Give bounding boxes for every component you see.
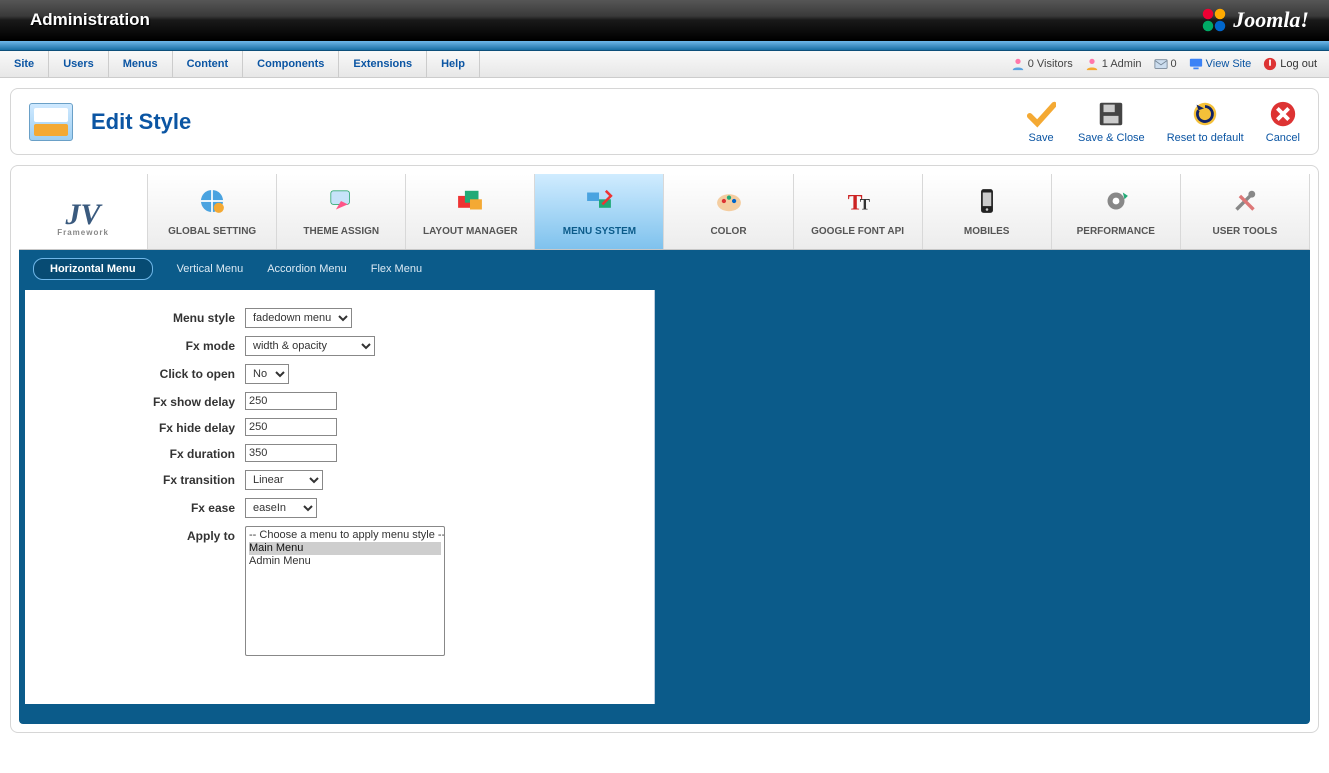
fx-hide-delay-input[interactable] [245, 418, 337, 436]
page-title: Edit Style [91, 109, 191, 135]
gear-icon [1099, 184, 1133, 218]
menu-style-label: Menu style [45, 308, 245, 325]
reset-button[interactable]: Reset to default [1167, 99, 1244, 144]
fx-transition-select[interactable]: Linear [245, 470, 323, 490]
tab-layout-manager[interactable]: LAYOUT MANAGER [406, 174, 535, 249]
joomla-icon [1199, 5, 1229, 35]
tools-icon [1228, 184, 1262, 218]
cancel-icon [1268, 99, 1298, 129]
menu-subtabs: Horizontal Menu Vertical Menu Accordion … [19, 250, 1310, 290]
palette-icon [712, 184, 746, 218]
tab-color[interactable]: COLOR [664, 174, 793, 249]
blue-accent-bar [0, 41, 1329, 51]
page-header: Edit Style Save Save & Close Reset to de… [10, 88, 1319, 155]
fx-ease-select[interactable]: easeIn [245, 498, 317, 518]
paint-icon [324, 184, 358, 218]
menu-icon [582, 184, 616, 218]
status-messages[interactable]: 0 [1154, 57, 1177, 71]
subtab-accordion[interactable]: Accordion Menu [267, 263, 347, 275]
apply-to-select[interactable]: -- Choose a menu to apply menu style --M… [245, 526, 445, 656]
action-toolbar: Save Save & Close Reset to default Cance… [1026, 99, 1300, 144]
mail-icon [1154, 57, 1168, 71]
menu-settings-form: Menu style fadedown menu Fx mode width &… [25, 290, 655, 704]
status-visitors: 0 Visitors [1011, 57, 1073, 71]
apply-to-label: Apply to [45, 526, 245, 543]
layout-icon [453, 184, 487, 218]
tab-google-font[interactable]: TT GOOGLE FONT API [794, 174, 923, 249]
fx-duration-input[interactable] [245, 444, 337, 462]
tab-user-tools[interactable]: USER TOOLS [1181, 174, 1310, 249]
disk-icon [1096, 99, 1126, 129]
menu-content[interactable]: Content [173, 51, 244, 77]
subtab-horizontal[interactable]: Horizontal Menu [33, 258, 153, 280]
monitor-icon [1189, 57, 1203, 71]
globe-icon [195, 184, 229, 218]
logout-icon [1263, 57, 1277, 71]
fx-hide-delay-label: Fx hide delay [45, 418, 245, 435]
menu-menus[interactable]: Menus [109, 51, 173, 77]
fx-transition-label: Fx transition [45, 470, 245, 487]
framework-tabs: JV Framework GLOBAL SETTING THEME ASSIGN… [19, 174, 1310, 250]
admin-title: Administration [30, 10, 150, 30]
save-button[interactable]: Save [1026, 99, 1056, 144]
cancel-button[interactable]: Cancel [1266, 99, 1300, 144]
save-close-button[interactable]: Save & Close [1078, 99, 1145, 144]
panel-wrap: JV Framework GLOBAL SETTING THEME ASSIGN… [10, 165, 1319, 733]
fx-ease-label: Fx ease [45, 498, 245, 515]
tab-mobiles[interactable]: MOBILES [923, 174, 1052, 249]
menu-users[interactable]: Users [49, 51, 109, 77]
status-bar: 0 Visitors 1 Admin 0 View Site Log out [999, 51, 1329, 77]
jv-framework-logo-tab: JV Framework [19, 174, 148, 249]
subtab-vertical[interactable]: Vertical Menu [177, 263, 244, 275]
page-title-icon [29, 103, 73, 141]
menu-style-select[interactable]: fadedown menu [245, 308, 352, 328]
blue-panel: JV Framework GLOBAL SETTING THEME ASSIGN… [19, 174, 1310, 724]
menu-extensions[interactable]: Extensions [339, 51, 427, 77]
menu-site[interactable]: Site [0, 51, 49, 77]
fx-mode-select[interactable]: width & opacity [245, 336, 375, 356]
reset-icon [1190, 99, 1220, 129]
fx-show-delay-label: Fx show delay [45, 392, 245, 409]
menu-help[interactable]: Help [427, 51, 480, 77]
tab-menu-system[interactable]: MENU SYSTEM [535, 174, 664, 249]
joomla-brand: Joomla! [1199, 5, 1309, 35]
fx-duration-label: Fx duration [45, 444, 245, 461]
subtab-flex[interactable]: Flex Menu [371, 263, 422, 275]
admin-topbar: Administration Joomla! [0, 0, 1329, 41]
click-open-label: Click to open [45, 364, 245, 381]
user-icon [1011, 57, 1025, 71]
svg-text:T: T [859, 197, 869, 214]
font-icon: TT [841, 184, 875, 218]
main-menu: Site Users Menus Content Components Exte… [0, 51, 480, 77]
admin-icon [1085, 57, 1099, 71]
main-menu-bar: Site Users Menus Content Components Exte… [0, 51, 1329, 78]
status-view-site[interactable]: View Site [1189, 57, 1252, 71]
fx-mode-label: Fx mode [45, 336, 245, 353]
menu-components[interactable]: Components [243, 51, 339, 77]
mobile-icon [970, 184, 1004, 218]
tab-theme-assign[interactable]: THEME ASSIGN [277, 174, 406, 249]
status-admin: 1 Admin [1085, 57, 1142, 71]
check-icon [1026, 99, 1056, 129]
click-open-select[interactable]: No [245, 364, 289, 384]
tab-performance[interactable]: PERFORMANCE [1052, 174, 1181, 249]
fx-show-delay-input[interactable] [245, 392, 337, 410]
tab-global-setting[interactable]: GLOBAL SETTING [148, 174, 277, 249]
status-logout[interactable]: Log out [1263, 57, 1317, 71]
